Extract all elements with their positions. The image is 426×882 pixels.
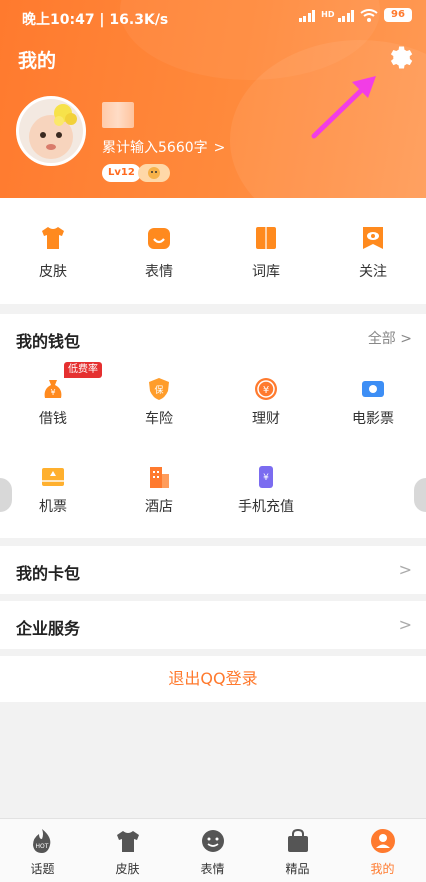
svg-text:HOT: HOT bbox=[36, 843, 49, 850]
feature-label: 表情 bbox=[145, 264, 173, 280]
tab-emoji[interactable]: 表情 bbox=[170, 819, 255, 882]
logout-button[interactable]: 退出QQ登录 bbox=[0, 656, 426, 702]
status-bar: 晚上10:47 | 16.3K/s HD 96 bbox=[0, 0, 426, 34]
feature-emoji[interactable]: 表情 bbox=[106, 198, 212, 304]
card-wallet-row[interactable]: 我的卡包 > bbox=[0, 546, 426, 594]
wallet-item-recharge[interactable]: ¥ 手机充值 bbox=[213, 464, 319, 516]
status-time: 晚上10:47 | 16.3K/s bbox=[22, 12, 169, 28]
feature-follow[interactable]: 关注 bbox=[320, 198, 426, 304]
tab-featured[interactable]: 精品 bbox=[255, 819, 340, 882]
wallet-item-insurance[interactable]: 保 车险 bbox=[106, 376, 212, 428]
wallet-item-label: 手机充值 bbox=[238, 499, 294, 515]
chars-typed-link[interactable]: 累计输入5660字 > bbox=[102, 137, 225, 157]
chars-typed-text: 累计输入5660字 bbox=[102, 140, 208, 156]
profile-icon bbox=[371, 829, 395, 853]
baby-avatar-image bbox=[19, 99, 83, 163]
tab-label: 我的 bbox=[370, 862, 395, 876]
hotel-icon bbox=[150, 467, 169, 488]
all-label: 全部 bbox=[367, 331, 396, 347]
shirt-icon bbox=[42, 227, 64, 249]
wallet-item-label: 借钱 bbox=[39, 411, 67, 427]
feature-label: 词库 bbox=[252, 264, 280, 280]
svg-text:¥: ¥ bbox=[50, 388, 55, 397]
plane-ticket-icon bbox=[42, 468, 64, 486]
wallet-item-movie[interactable]: 电影票 bbox=[320, 376, 426, 428]
wallet-item-finance[interactable]: ¥ 理财 bbox=[213, 376, 319, 428]
eye-icon bbox=[363, 227, 383, 249]
wallet-item-label: 理财 bbox=[252, 411, 280, 427]
wallet-item-label: 机票 bbox=[39, 499, 67, 515]
status-icons: HD 96 bbox=[298, 8, 412, 22]
wallet-title: 我的钱包 bbox=[16, 332, 81, 351]
feature-label: 皮肤 bbox=[39, 264, 67, 280]
card-wallet-label: 我的卡包 bbox=[16, 564, 81, 583]
wifi-icon bbox=[360, 8, 378, 22]
hd-icon: HD bbox=[321, 10, 335, 19]
tab-label: 话题 bbox=[30, 862, 55, 876]
chevron-right-icon: > bbox=[400, 331, 412, 347]
battery-icon: 96 bbox=[384, 8, 412, 22]
insurance-shield-icon: 保 bbox=[149, 378, 169, 400]
wallet-item-label: 酒店 bbox=[145, 499, 173, 515]
wallet-item-label: 电影票 bbox=[352, 411, 394, 427]
floating-edge-handle[interactable] bbox=[414, 478, 426, 512]
enterprise-row[interactable]: 企业服务 > bbox=[0, 601, 426, 649]
avatar[interactable] bbox=[16, 96, 86, 166]
wallet-all-link[interactable]: 全部 > bbox=[368, 328, 412, 348]
emoji-badge-icon bbox=[138, 164, 170, 182]
bag-icon bbox=[288, 828, 308, 852]
bottom-tab-bar: HOT 话题 皮肤 表情 精品 我的 bbox=[0, 818, 426, 882]
page-title: 我的 bbox=[18, 50, 57, 72]
feature-skin[interactable]: 皮肤 bbox=[0, 198, 106, 304]
wallet-item-label: 车险 bbox=[145, 411, 173, 427]
signal-icon bbox=[337, 9, 354, 22]
level-badge: Lv12 bbox=[102, 164, 141, 182]
wallet-item-loan[interactable]: ¥ 借钱 bbox=[0, 376, 106, 428]
enterprise-label: 企业服务 bbox=[16, 619, 81, 638]
hot-icon: HOT bbox=[33, 829, 51, 853]
chevron-right-icon: > bbox=[398, 615, 412, 634]
face-icon bbox=[202, 830, 224, 852]
tab-topics[interactable]: HOT 话题 bbox=[0, 819, 85, 882]
feature-label: 关注 bbox=[359, 264, 387, 280]
feature-grid: 皮肤 表情 词库 关注 bbox=[0, 198, 426, 304]
signal-icon bbox=[298, 9, 316, 22]
tab-me[interactable]: 我的 bbox=[340, 819, 425, 882]
chevron-right-icon: > bbox=[398, 560, 412, 579]
gear-icon[interactable] bbox=[386, 44, 414, 72]
username-blurred bbox=[102, 102, 134, 128]
phone-recharge-icon: ¥ bbox=[259, 466, 273, 488]
wallet-item-hotel[interactable]: 酒店 bbox=[106, 464, 212, 516]
movie-ticket-icon bbox=[362, 381, 384, 397]
book-icon bbox=[256, 227, 276, 249]
feature-lexicon[interactable]: 词库 bbox=[213, 198, 319, 304]
svg-text:保: 保 bbox=[154, 384, 163, 396]
svg-text:¥: ¥ bbox=[263, 385, 269, 396]
tab-label: 表情 bbox=[200, 862, 225, 876]
low-rate-tag: 低费率 bbox=[64, 362, 102, 378]
tab-label: 精品 bbox=[285, 862, 310, 876]
annotation-arrow bbox=[311, 76, 376, 139]
tab-label: 皮肤 bbox=[115, 862, 140, 876]
wallet-item-flight[interactable]: 机票 bbox=[0, 464, 106, 516]
money-bag-icon: ¥ bbox=[44, 380, 62, 398]
smiley-icon bbox=[148, 228, 170, 249]
chevron-right-icon: > bbox=[213, 140, 226, 156]
svg-text:¥: ¥ bbox=[263, 473, 269, 483]
yuan-coin-icon: ¥ bbox=[255, 378, 277, 400]
tshirt-icon bbox=[117, 831, 139, 852]
tab-skin[interactable]: 皮肤 bbox=[85, 819, 170, 882]
